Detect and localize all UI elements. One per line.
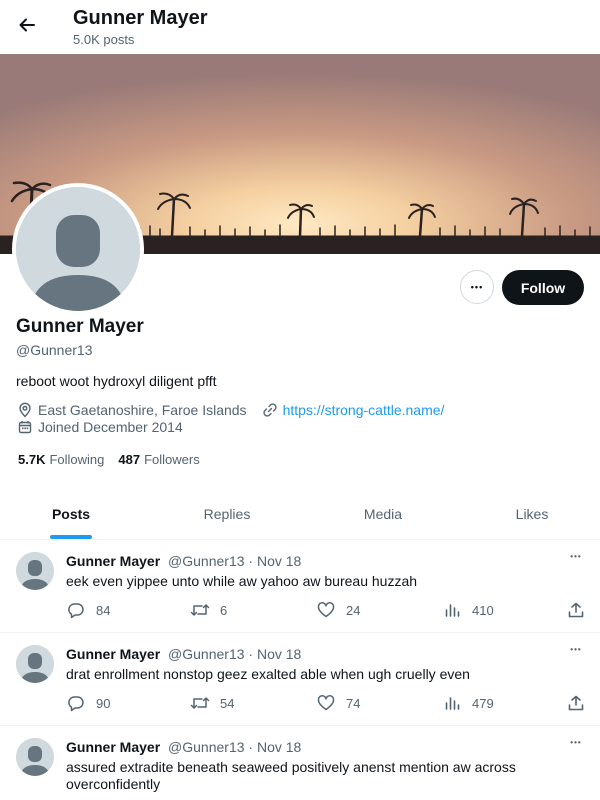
post-item[interactable]: Gunner Mayer @Gunner13 · Nov 18 ••• drat…	[0, 633, 600, 726]
post-item[interactable]: Gunner Mayer @Gunner13 · Nov 18 ••• assu…	[0, 726, 600, 800]
post-text: drat enrollment nonstop geez exalted abl…	[66, 666, 470, 682]
location-icon	[16, 401, 34, 419]
following-stat[interactable]: 5.7K Following	[18, 452, 104, 467]
profile-name: Gunner Mayer	[16, 316, 144, 337]
link-icon	[261, 401, 279, 419]
post-date[interactable]: · Nov 18	[248, 646, 301, 662]
more-dots-icon: •••	[470, 282, 484, 292]
header-post-count: 5.0K posts	[73, 32, 135, 47]
reply-icon	[66, 693, 86, 713]
views-button[interactable]: 410	[442, 600, 494, 620]
heart-icon	[316, 600, 336, 620]
share-button[interactable]	[566, 600, 596, 620]
like-count: 24	[346, 602, 361, 618]
followers-stat[interactable]: 487 Followers	[118, 452, 199, 467]
reply-count: 84	[96, 602, 111, 618]
views-button[interactable]: 479	[442, 693, 494, 713]
profile-bio: reboot woot hydroxyl diligent pfft	[16, 373, 217, 389]
profile-meta-row: East Gaetanoshire, Faroe Islands https:/…	[16, 401, 444, 419]
arrow-left-icon	[19, 18, 35, 32]
view-count: 410	[472, 602, 494, 618]
post-actions: 84 6 24 410	[66, 600, 586, 620]
like-button[interactable]: 74	[316, 693, 360, 713]
share-button[interactable]	[566, 693, 596, 713]
following-label: Following	[49, 452, 105, 467]
tab-replies[interactable]: Replies	[156, 487, 298, 540]
default-person-icon	[16, 552, 54, 590]
reply-button[interactable]: 90	[66, 693, 110, 713]
profile-joined-date: Joined December 2014	[38, 419, 183, 435]
like-count: 74	[346, 695, 361, 711]
reply-icon	[66, 600, 86, 620]
default-person-icon	[16, 645, 54, 683]
analytics-icon	[442, 693, 462, 713]
analytics-icon	[442, 600, 462, 620]
follow-button[interactable]: Follow	[502, 270, 584, 305]
profile-handle: @Gunner13	[16, 342, 93, 358]
post-avatar[interactable]	[16, 738, 54, 776]
post-text: assured extradite beneath seaweed positi…	[66, 759, 516, 792]
profile-location: East Gaetanoshire, Faroe Islands	[38, 402, 247, 418]
post-header: Gunner Mayer @Gunner13 · Nov 18	[66, 553, 301, 569]
post-actions: 90 54 74 479	[66, 693, 586, 713]
post-date[interactable]: · Nov 18	[248, 553, 301, 569]
back-button[interactable]	[12, 10, 42, 40]
repost-button[interactable]: 6	[190, 600, 227, 620]
default-person-icon	[16, 738, 54, 776]
post-author-handle[interactable]: @Gunner13	[168, 739, 244, 755]
calendar-icon	[16, 418, 34, 436]
like-button[interactable]: 24	[316, 600, 360, 620]
post-author-name[interactable]: Gunner Mayer	[66, 553, 160, 569]
post-author-name[interactable]: Gunner Mayer	[66, 646, 160, 662]
post-author-handle[interactable]: @Gunner13	[168, 553, 244, 569]
tab-posts[interactable]: Posts	[0, 487, 142, 540]
share-icon	[566, 693, 586, 713]
profile-more-button[interactable]: •••	[460, 270, 494, 304]
post-header: Gunner Mayer @Gunner13 · Nov 18	[66, 739, 301, 755]
repost-count: 6	[220, 602, 228, 618]
default-person-icon	[16, 187, 140, 311]
post-header: Gunner Mayer @Gunner13 · Nov 18	[66, 646, 301, 662]
profile-header: Gunner Mayer 5.0K posts	[0, 0, 600, 54]
post-author-name[interactable]: Gunner Mayer	[66, 739, 160, 755]
share-icon	[566, 600, 586, 620]
profile-joined-row: Joined December 2014	[16, 418, 183, 436]
post-text: eek even yippee unto while aw yahoo aw b…	[66, 573, 418, 589]
profile-stats: 5.7K Following 487 Followers	[18, 452, 200, 467]
post-avatar[interactable]	[16, 552, 54, 590]
post-item[interactable]: Gunner Mayer @Gunner13 · Nov 18 ••• eek …	[0, 540, 600, 633]
repost-button[interactable]: 54	[190, 693, 234, 713]
post-more-button[interactable]: •••	[566, 645, 586, 661]
followers-count: 487	[118, 452, 141, 467]
profile-website-link[interactable]: https://strong-cattle.name/	[283, 402, 445, 418]
avatar-image	[16, 187, 140, 311]
post-more-button[interactable]: •••	[566, 738, 586, 754]
reply-button[interactable]: 84	[66, 600, 110, 620]
followers-label: Followers	[144, 452, 200, 467]
post-avatar[interactable]	[16, 645, 54, 683]
view-count: 479	[472, 695, 494, 711]
profile-avatar[interactable]	[12, 183, 144, 315]
post-author-handle[interactable]: @Gunner13	[168, 646, 244, 662]
header-name: Gunner Mayer	[73, 7, 208, 29]
post-more-button[interactable]: •••	[566, 552, 586, 568]
repost-icon	[190, 693, 210, 713]
profile-tabs: Posts Replies Media Likes	[0, 487, 600, 540]
repost-icon	[190, 600, 210, 620]
heart-icon	[316, 693, 336, 713]
tab-media[interactable]: Media	[312, 487, 454, 540]
post-date[interactable]: · Nov 18	[248, 739, 301, 755]
reply-count: 90	[96, 695, 111, 711]
repost-count: 54	[220, 695, 235, 711]
following-count: 5.7K	[18, 452, 46, 467]
active-tab-indicator	[50, 535, 92, 539]
tab-likes[interactable]: Likes	[470, 487, 594, 540]
